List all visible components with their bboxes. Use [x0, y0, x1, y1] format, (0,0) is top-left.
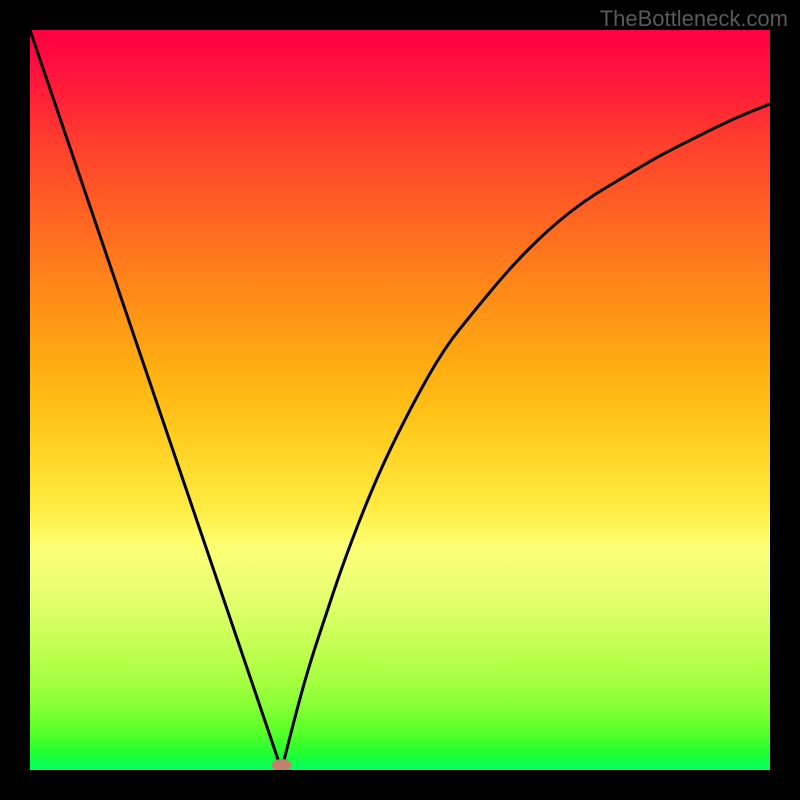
curve-left-branch	[30, 30, 282, 770]
chart-plot-area	[30, 30, 770, 770]
minimum-marker	[272, 759, 292, 770]
chart-svg	[30, 30, 770, 770]
watermark: TheBottleneck.com	[600, 6, 788, 32]
curve-right-branch	[282, 104, 770, 770]
